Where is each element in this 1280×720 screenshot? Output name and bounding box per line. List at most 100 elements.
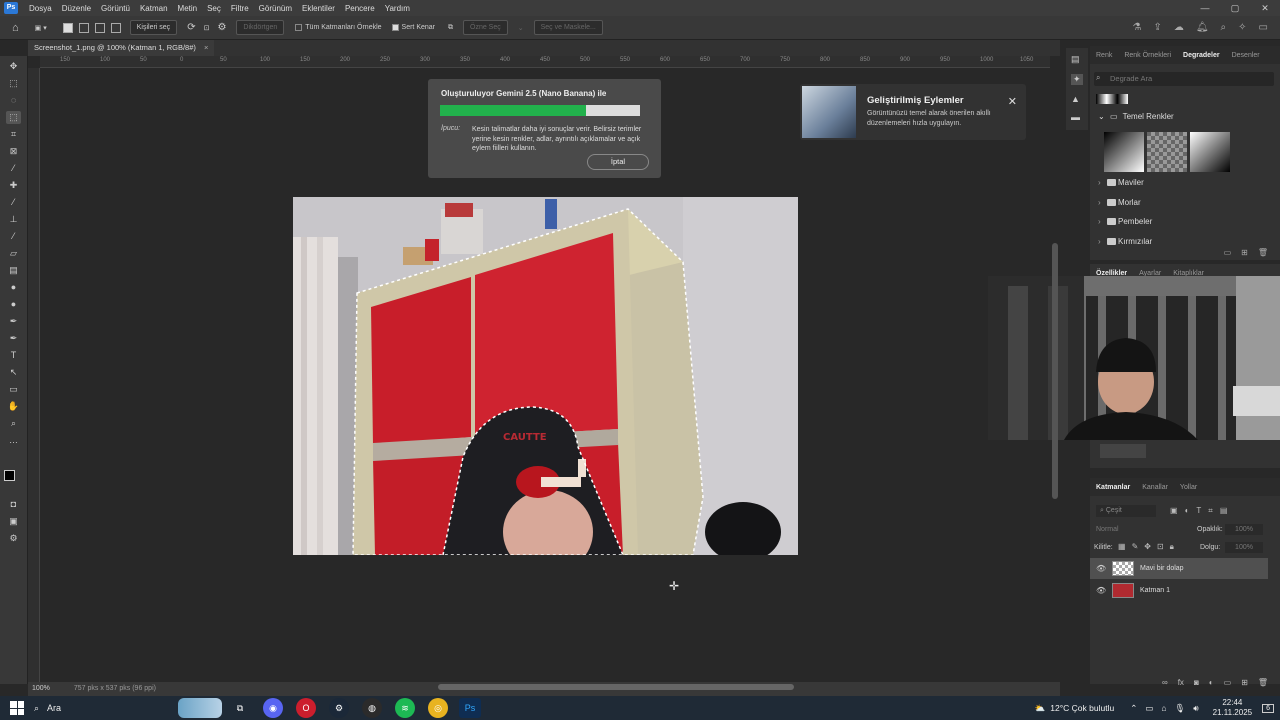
- pen-tool-icon[interactable]: ✒: [6, 315, 21, 328]
- document-image[interactable]: CAUTTE: [293, 197, 798, 555]
- new-selection-icon[interactable]: [62, 22, 73, 33]
- hand-tool-icon[interactable]: ✋: [6, 400, 21, 413]
- vertical-scrollbar[interactable]: [1052, 243, 1058, 499]
- fill-input[interactable]: 100%: [1225, 542, 1263, 553]
- search-icon[interactable]: ⌕: [1221, 22, 1227, 33]
- new-group-icon[interactable]: ▭: [1224, 248, 1232, 257]
- flask-icon[interactable]: ⚗: [1132, 22, 1141, 33]
- more-tools-icon[interactable]: …: [6, 434, 21, 447]
- intersect-selection-icon[interactable]: [110, 22, 121, 33]
- filter-pixel-icon[interactable]: ▣: [1170, 506, 1178, 516]
- visibility-eye-icon[interactable]: 👁︎: [1096, 580, 1106, 601]
- adjustment-layer-icon[interactable]: ◐: [1209, 678, 1214, 687]
- select-people-button[interactable]: Kişileri seç: [129, 20, 178, 35]
- weather-text[interactable]: 12°C Çok bulutlu: [1050, 703, 1114, 713]
- menu-help[interactable]: Yardım: [380, 4, 415, 13]
- fx-icon[interactable]: fx: [1178, 678, 1184, 687]
- select-and-mask-button[interactable]: Seç ve Maskele...: [533, 20, 603, 35]
- notifications-icon[interactable]: 6: [1262, 703, 1274, 713]
- document-tab[interactable]: Screenshot_1.png @ 100% (Katman 1, RGB/8…: [28, 40, 215, 56]
- frame-tool-icon[interactable]: ⊠: [6, 145, 21, 158]
- menu-window[interactable]: Pencere: [340, 4, 380, 13]
- edit-toolbar-icon[interactable]: ⚙: [6, 532, 21, 545]
- menu-image[interactable]: Görüntü: [96, 4, 135, 13]
- eraser-tool-icon[interactable]: ▱: [6, 247, 21, 260]
- trash-icon[interactable]: 🗑︎: [1258, 248, 1268, 257]
- gradient-swatch-black-white[interactable]: [1104, 132, 1144, 172]
- clone-stamp-tool-icon[interactable]: ⊥: [6, 213, 21, 226]
- add-selection-icon[interactable]: [78, 22, 89, 33]
- filter-smart-icon[interactable]: ▤: [1220, 506, 1228, 516]
- select-subject-icon[interactable]: ⧉: [448, 24, 453, 32]
- layer-row-katman-1[interactable]: 👁︎ Katman 1: [1090, 580, 1268, 601]
- photoshop-taskbar-icon[interactable]: Ps: [459, 698, 481, 718]
- history-brush-tool-icon[interactable]: ⁄: [6, 230, 21, 243]
- discord-icon[interactable]: ◉: [263, 698, 283, 718]
- spotify-icon[interactable]: ≋: [395, 698, 415, 718]
- brush-tool-icon[interactable]: ⁄: [6, 196, 21, 209]
- gradient-preset-strip[interactable]: [1096, 94, 1128, 104]
- steam-icon[interactable]: ⚙: [329, 698, 349, 718]
- minimize-icon[interactable]: —: [1190, 0, 1220, 16]
- tab-layers[interactable]: Katmanlar: [1090, 484, 1136, 491]
- cancel-button[interactable]: İptal: [587, 154, 649, 170]
- share-icon[interactable]: ⇪: [1153, 22, 1161, 33]
- taskbar-search[interactable]: ⌕ Ara: [34, 703, 164, 714]
- new-group-icon[interactable]: ▭: [1224, 678, 1232, 687]
- cloud-icon[interactable]: ☁: [1174, 22, 1184, 33]
- opacity-input[interactable]: 100%: [1225, 524, 1263, 535]
- type-tool-icon[interactable]: T: [6, 349, 21, 362]
- trash-icon[interactable]: 🗑︎: [1258, 678, 1268, 687]
- menu-view[interactable]: Görünüm: [254, 4, 297, 13]
- screen-mode-icon[interactable]: ▣: [6, 515, 21, 528]
- gradient-search-input[interactable]: Degrade Ara: [1094, 72, 1274, 86]
- object-selection-tool-icon[interactable]: ⬚: [6, 111, 21, 124]
- microphone-icon[interactable]: 🎙︎: [1174, 703, 1185, 714]
- marquee-tool-icon[interactable]: ⬚: [6, 77, 21, 90]
- new-layer-icon[interactable]: ⊞: [1241, 678, 1248, 687]
- comments-icon[interactable]: ▬: [1071, 112, 1080, 122]
- opera-icon[interactable]: O: [296, 698, 316, 718]
- menu-layer[interactable]: Katman: [135, 4, 173, 13]
- history-icon[interactable]: ▤: [1071, 54, 1080, 65]
- gradient-swatch-transparent[interactable]: [1147, 132, 1187, 172]
- rectangle-tool-icon[interactable]: ▭: [6, 383, 21, 396]
- tab-color[interactable]: Renk: [1090, 52, 1118, 59]
- tab-paths[interactable]: Yollar: [1174, 484, 1203, 491]
- menu-type[interactable]: Metin: [173, 4, 203, 13]
- volume-icon[interactable]: 🔊︎: [1193, 703, 1198, 714]
- blend-mode-select[interactable]: Normal: [1096, 524, 1186, 536]
- healing-tool-icon[interactable]: ✚: [6, 179, 21, 192]
- menu-plugins[interactable]: Eklentiler: [297, 4, 340, 13]
- visibility-eye-icon[interactable]: 👁︎: [1096, 558, 1106, 579]
- tool-preset-icon[interactable]: ▣ ▾: [35, 24, 47, 32]
- quick-mask-icon[interactable]: ◘: [6, 498, 21, 511]
- blur-tool-icon[interactable]: ●: [6, 281, 21, 294]
- menu-filter[interactable]: Filtre: [226, 4, 254, 13]
- maximize-icon[interactable]: ▢: [1220, 0, 1250, 16]
- tab-swatches[interactable]: Renk Örnekleri: [1118, 52, 1177, 59]
- select-subject-button[interactable]: Özne Seç: [463, 20, 508, 35]
- horizontal-scrollbar[interactable]: [438, 684, 794, 690]
- menu-select[interactable]: Seç: [202, 4, 226, 13]
- filter-shape-icon[interactable]: ⌗: [1208, 506, 1213, 516]
- search-highlight-icon[interactable]: [178, 698, 222, 718]
- sample-all-checkbox[interactable]: Tüm Katmanları Örnekle: [295, 24, 382, 31]
- actions-icon[interactable]: ✦: [1071, 74, 1083, 85]
- tab-channels[interactable]: Kanallar: [1136, 484, 1174, 491]
- dodge-tool-icon[interactable]: ●: [6, 298, 21, 311]
- gradient-tool-icon[interactable]: ▤: [6, 264, 21, 277]
- filter-adjust-icon[interactable]: ◐: [1185, 506, 1190, 516]
- bell-icon[interactable]: 🔔︎: [1196, 22, 1209, 33]
- filter-type-icon[interactable]: T: [1196, 506, 1201, 516]
- menu-edit[interactable]: Düzenle: [57, 4, 96, 13]
- folder-pinks[interactable]: Pembeler: [1096, 212, 1274, 232]
- subtract-selection-icon[interactable]: [94, 22, 105, 33]
- workspace-icon[interactable]: ▭: [1259, 22, 1268, 33]
- lock-transparency-icon[interactable]: ▦: [1118, 542, 1126, 552]
- windows-start-icon[interactable]: [10, 701, 24, 715]
- mode-dropdown[interactable]: Dikdörtgen: [236, 20, 285, 35]
- close-tab-icon[interactable]: ×: [204, 43, 208, 52]
- lock-position-icon[interactable]: ✥: [1144, 542, 1151, 552]
- lock-artboard-icon[interactable]: ⊡: [1157, 542, 1164, 552]
